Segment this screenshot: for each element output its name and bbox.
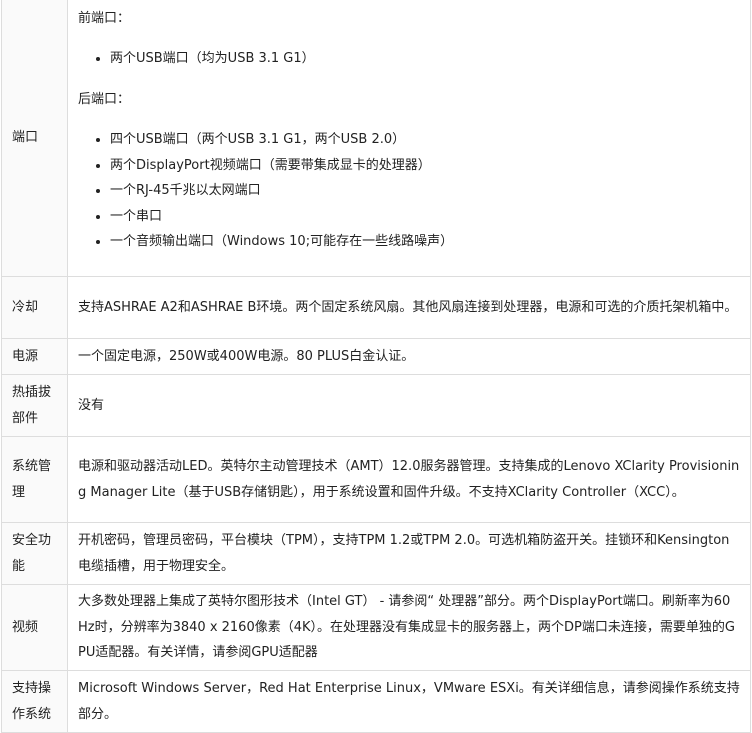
- list-item: 两个USB端口（均为USB 3.1 G1）: [110, 46, 740, 72]
- label-video: 视频: [1, 584, 68, 671]
- value-video: 大多数处理器上集成了英特尔图形技术（Intel GT） - 请参阅“ 处理器”部…: [67, 584, 751, 671]
- row-os: 支持操作系统 Microsoft Windows Server，Red Hat …: [1, 670, 751, 733]
- label-cooling: 冷却: [1, 276, 68, 339]
- row-power: 电源 一个固定电源，250W或400W电源。80 PLUS白金认证。: [1, 338, 751, 375]
- row-security: 安全功能 开机密码，管理员密码，平台模块（TPM），支持TPM 1.2或TPM …: [1, 522, 751, 585]
- label-security: 安全功能: [1, 522, 68, 585]
- label-power: 电源: [1, 338, 68, 375]
- list-item: 一个音频输出端口（Windows 10;可能存在一些线路噪声）: [110, 229, 740, 255]
- label-ports: 端口: [1, 0, 68, 277]
- value-management: 电源和驱动器活动LED。英特尔主动管理技术（AMT）12.0服务器管理。支持集成…: [67, 436, 751, 523]
- list-item: 四个USB端口（两个USB 3.1 G1，两个USB 2.0）: [110, 127, 740, 153]
- front-ports-heading: 前端口：: [78, 10, 131, 26]
- row-video: 视频 大多数处理器上集成了英特尔图形技术（Intel GT） - 请参阅“ 处理…: [1, 584, 751, 671]
- label-hotswap: 热插拔部件: [1, 374, 68, 437]
- list-item: 一个串口: [110, 204, 740, 230]
- list-item: 一个RJ-45千兆以太网端口: [110, 178, 740, 204]
- label-management: 系统管理: [1, 436, 68, 523]
- label-os: 支持操作系统: [1, 670, 68, 733]
- spec-table: 端口 前端口： 两个USB端口（均为USB 3.1 G1） 后端口： 四个USB…: [1, 0, 751, 733]
- value-os: Microsoft Windows Server，Red Hat Enterpr…: [67, 670, 751, 733]
- row-hotswap: 热插拔部件 没有: [1, 374, 751, 437]
- value-ports: 前端口： 两个USB端口（均为USB 3.1 G1） 后端口： 四个USB端口（…: [67, 0, 751, 277]
- front-ports-list: 两个USB端口（均为USB 3.1 G1）: [78, 46, 740, 72]
- rear-ports-heading: 后端口：: [78, 92, 131, 107]
- rear-ports-list: 四个USB端口（两个USB 3.1 G1，两个USB 2.0） 两个Displa…: [78, 127, 740, 255]
- row-ports: 端口 前端口： 两个USB端口（均为USB 3.1 G1） 后端口： 四个USB…: [1, 0, 751, 277]
- value-power: 一个固定电源，250W或400W电源。80 PLUS白金认证。: [67, 338, 751, 375]
- row-management: 系统管理 电源和驱动器活动LED。英特尔主动管理技术（AMT）12.0服务器管理…: [1, 436, 751, 523]
- value-security: 开机密码，管理员密码，平台模块（TPM），支持TPM 1.2或TPM 2.0。可…: [67, 522, 751, 585]
- value-hotswap: 没有: [67, 374, 751, 437]
- list-item: 两个DisplayPort视频端口（需要带集成显卡的处理器）: [110, 153, 740, 179]
- value-cooling: 支持ASHRAE A2和ASHRAE B环境。两个固定系统风扇。其他风扇连接到处…: [67, 276, 751, 339]
- row-cooling: 冷却 支持ASHRAE A2和ASHRAE B环境。两个固定系统风扇。其他风扇连…: [1, 276, 751, 339]
